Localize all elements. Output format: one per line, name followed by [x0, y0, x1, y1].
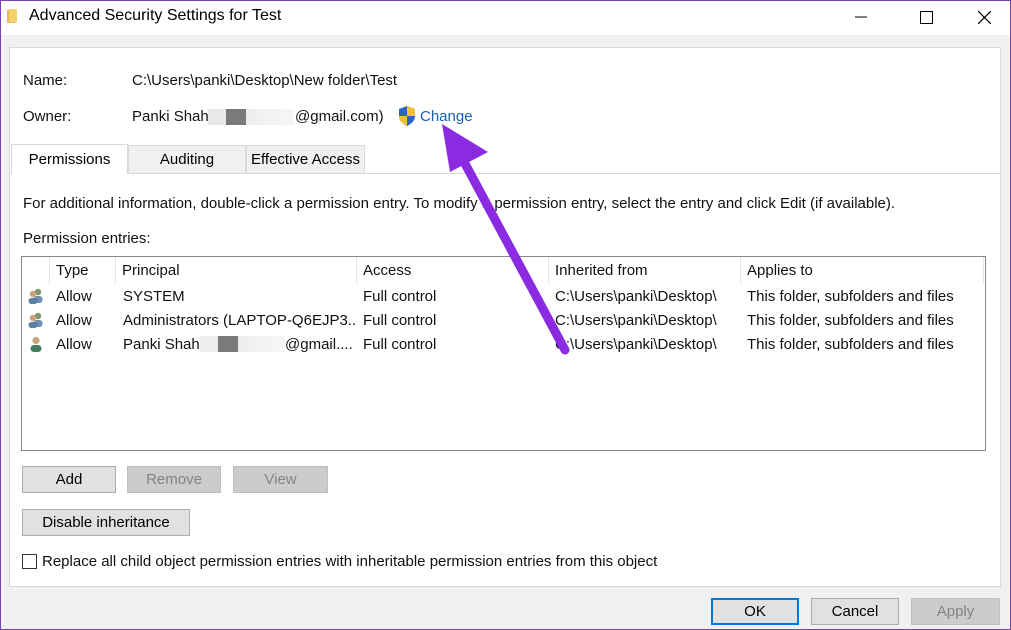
- tab-permissions[interactable]: Permissions: [11, 144, 128, 174]
- tab-effective-access[interactable]: Effective Access: [246, 145, 365, 173]
- info-text: For additional information, double-click…: [23, 195, 896, 212]
- tab-effective-access-label: Effective Access: [251, 151, 360, 168]
- change-owner-link[interactable]: Change: [420, 108, 473, 125]
- table-row[interactable]: Allow SYSTEM Full control C:\Users\panki…: [22, 284, 985, 308]
- name-value: C:\Users\panki\Desktop\New folder\Test: [132, 72, 398, 89]
- row-access: Full control: [363, 335, 437, 353]
- maximize-button[interactable]: [899, 1, 953, 33]
- row-access: Full control: [363, 287, 437, 305]
- column-header-applies-to[interactable]: Applies to: [741, 257, 984, 284]
- row-type: Allow: [56, 311, 92, 329]
- group-users-icon: [28, 288, 43, 304]
- ok-button[interactable]: OK: [711, 598, 799, 625]
- tab-permissions-label: Permissions: [28, 151, 111, 168]
- single-user-icon: [30, 336, 42, 352]
- row-inherited-from: C:\Users\panki\Desktop\: [555, 287, 717, 305]
- column-header-inherited-from[interactable]: Inherited from: [549, 257, 741, 284]
- list-header: Type Principal Access Inherited from App…: [22, 257, 985, 284]
- row-applies-to: This folder, subfolders and files: [747, 287, 954, 305]
- row-applies-to: This folder, subfolders and files: [747, 335, 954, 353]
- title-bar: Advanced Security Settings for Test: [1, 1, 1010, 35]
- row-type: Allow: [56, 287, 92, 305]
- remove-button[interactable]: Remove: [127, 466, 221, 493]
- redacted-email: [200, 336, 285, 352]
- tab-divider: [10, 173, 1000, 174]
- column-header-principal[interactable]: Principal: [116, 257, 357, 284]
- column-header-type[interactable]: Type: [49, 257, 116, 284]
- permission-entries-label: Permission entries:: [23, 230, 151, 247]
- add-button[interactable]: Add: [22, 466, 116, 493]
- tab-auditing-label: Auditing: [159, 151, 215, 168]
- table-row[interactable]: Allow Administrators (LAPTOP-Q6EJP3... F…: [22, 308, 985, 332]
- security-settings-window: Advanced Security Settings for Test Name…: [0, 0, 1011, 630]
- owner-label: Owner:: [23, 108, 72, 125]
- row-inherited-from: C:\Users\panki\Desktop\: [555, 335, 717, 353]
- row-principal-prefix: Panki Shah (: [123, 335, 201, 353]
- owner-value-prefix: Panki Shah (: [132, 108, 218, 125]
- row-access: Full control: [363, 311, 437, 329]
- folder-icon: [7, 9, 17, 23]
- view-button[interactable]: View: [233, 466, 328, 493]
- row-principal-suffix: @gmail....: [285, 335, 353, 353]
- minimize-icon: [855, 16, 867, 18]
- minimize-button[interactable]: [834, 1, 888, 33]
- close-button[interactable]: [957, 1, 1011, 33]
- redacted-email: [208, 109, 294, 125]
- replace-child-permissions-checkbox[interactable]: [22, 554, 37, 569]
- window-title: Advanced Security Settings for Test: [29, 7, 282, 24]
- column-header-access[interactable]: Access: [357, 257, 549, 284]
- table-row[interactable]: Allow Panki Shah ( @gmail.... Full contr…: [22, 332, 985, 356]
- name-label: Name:: [23, 72, 68, 89]
- owner-value-suffix: @gmail.com): [295, 108, 384, 125]
- permission-entries-list[interactable]: Type Principal Access Inherited from App…: [21, 256, 986, 451]
- row-applies-to: This folder, subfolders and files: [747, 311, 954, 329]
- group-users-icon: [28, 312, 43, 328]
- uac-shield-icon: [399, 106, 415, 126]
- apply-button[interactable]: Apply: [911, 598, 1000, 625]
- close-icon: [977, 10, 991, 24]
- row-principal: SYSTEM: [123, 287, 185, 305]
- replace-child-permissions-label: Replace all child object permission entr…: [42, 553, 658, 570]
- maximize-icon: [919, 10, 933, 24]
- tab-auditing[interactable]: Auditing: [128, 145, 246, 173]
- disable-inheritance-button[interactable]: Disable inheritance: [22, 509, 190, 536]
- row-type: Allow: [56, 335, 92, 353]
- row-inherited-from: C:\Users\panki\Desktop\: [555, 311, 717, 329]
- row-principal: Administrators (LAPTOP-Q6EJP3...: [123, 311, 357, 329]
- cancel-button[interactable]: Cancel: [811, 598, 899, 625]
